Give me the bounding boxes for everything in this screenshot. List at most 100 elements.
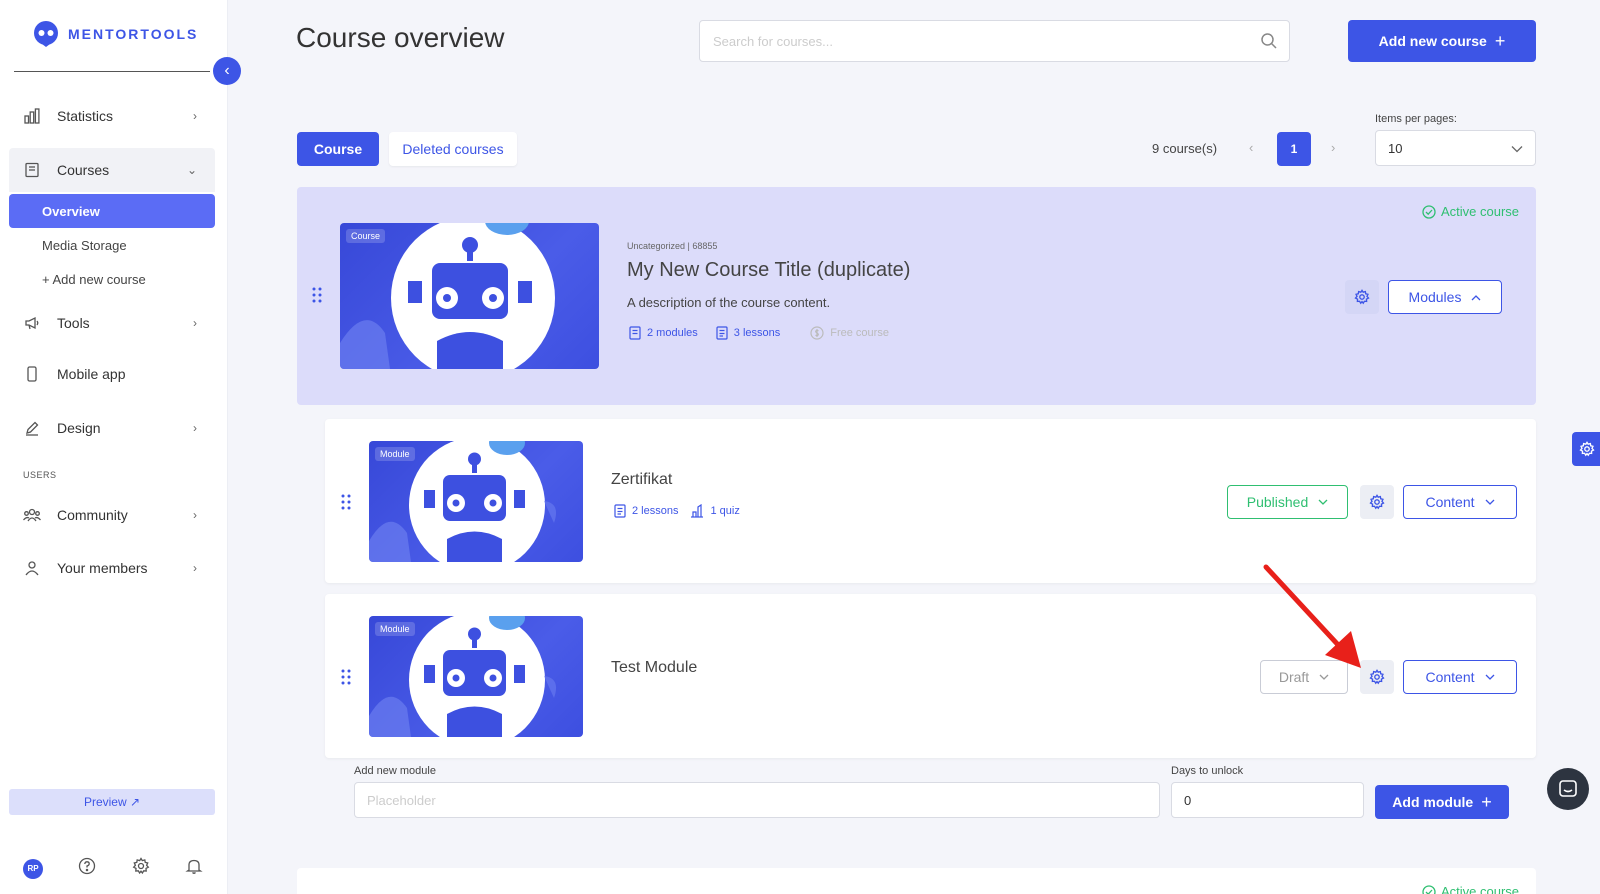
lessons-stat[interactable]: 2 lessons (614, 504, 678, 518)
chat-button[interactable] (1547, 768, 1589, 810)
sidebar-item-label: Design (57, 420, 101, 436)
chevron-left-icon: ‹ (224, 62, 230, 79)
course-settings-button[interactable] (1345, 280, 1379, 314)
search-icon[interactable] (1249, 32, 1289, 50)
items-per-page-label: Items per pages: (1375, 113, 1457, 125)
course-stats: 2 modules 3 lessons Free course (629, 326, 889, 340)
quiz-stat[interactable]: 1 quiz (690, 504, 740, 518)
add-module-field (354, 782, 1160, 818)
collapse-sidebar-button[interactable]: ‹ (213, 57, 241, 85)
active-course-badge: Active course (1422, 204, 1519, 219)
drag-handle-icon[interactable] (341, 494, 351, 514)
phone-icon (23, 365, 41, 383)
price-stat: Free course (810, 326, 889, 340)
plus-icon: + (1481, 791, 1492, 812)
search-bar (699, 20, 1290, 62)
content-dropdown-button[interactable]: Content (1403, 660, 1517, 694)
course-title[interactable]: My New Course Title (duplicate) (627, 259, 910, 282)
chevron-right-icon: › (193, 561, 197, 575)
book-icon (629, 326, 641, 340)
pencil-icon (23, 419, 41, 437)
divider (14, 71, 210, 72)
check-circle-icon (1422, 204, 1436, 219)
megaphone-icon (23, 314, 41, 332)
sidebar-item-label: Your members (57, 560, 148, 576)
items-per-page-value: 10 (1388, 140, 1403, 156)
pagination-prev-icon[interactable]: ‹ (1249, 140, 1253, 155)
search-input[interactable] (700, 21, 1249, 61)
gear-icon (1579, 441, 1595, 457)
document-icon (614, 504, 626, 518)
module-thumbnail: Module (369, 441, 583, 562)
plus-icon: + (1494, 30, 1506, 51)
lessons-stat[interactable]: 3 lessons (716, 326, 780, 340)
sidebar-footer: RP (23, 857, 203, 880)
pagination-next-icon[interactable]: › (1331, 140, 1335, 155)
page-title: Course overview (296, 22, 505, 53)
preview-button[interactable]: Preview ↗ (9, 789, 215, 815)
add-module-label: Add new module (354, 765, 436, 777)
sidebar-item-community[interactable]: Community › (9, 495, 215, 535)
sidebar-item-courses[interactable]: Courses ⌄ (9, 148, 215, 192)
sidebar-item-mobile-app[interactable]: Mobile app (9, 354, 215, 394)
sidebar-item-tools[interactable]: Tools › (9, 303, 215, 343)
module-title[interactable]: Test Module (611, 659, 697, 677)
modules-stat[interactable]: 2 modules (629, 326, 698, 340)
module-title[interactable]: Zertifikat (611, 471, 672, 489)
pagination-page-button[interactable]: 1 (1277, 132, 1311, 166)
thumbnail-tag: Module (375, 622, 415, 636)
items-per-page-select[interactable]: 10 (1375, 130, 1536, 166)
bar-chart-icon (23, 107, 41, 125)
logo[interactable]: MENTORTOOLS (32, 20, 198, 48)
course-thumbnail: Course (340, 223, 599, 369)
sidebar-item-design[interactable]: Design › (9, 408, 215, 448)
module-thumbnail: Module (369, 616, 583, 737)
check-circle-icon (1422, 884, 1436, 894)
sidebar-item-label: Statistics (57, 108, 114, 124)
sidebar-item-label: Tools (57, 315, 90, 331)
drag-handle-icon[interactable] (312, 287, 322, 307)
logo-icon (34, 21, 58, 47)
quiz-icon (691, 504, 704, 518)
chevron-right-icon: › (193, 508, 197, 522)
add-module-button[interactable]: Add module + (1375, 785, 1509, 819)
sidebar-subitem-add-new-course[interactable]: + Add new course (9, 262, 215, 296)
sidebar-subitem-media-storage[interactable]: Media Storage (9, 228, 215, 262)
course-card[interactable] (297, 868, 1536, 894)
tab-course[interactable]: Course (297, 132, 379, 166)
course-description: A description of the course content. (627, 295, 831, 310)
modules-toggle-button[interactable]: Modules (1388, 280, 1502, 314)
days-to-unlock-label: Days to unlock (1171, 765, 1244, 777)
sidebar-item-label: Mobile app (57, 366, 126, 382)
floating-settings-button[interactable] (1572, 432, 1600, 466)
thumbnail-tag: Course (346, 229, 386, 243)
module-stats: 2 lessons 1 quiz (614, 504, 740, 518)
gear-icon (1354, 289, 1370, 305)
gear-icon (1369, 494, 1385, 510)
days-to-unlock-input[interactable] (1172, 783, 1363, 817)
module-settings-button[interactable] (1360, 660, 1394, 694)
document-icon (716, 326, 728, 340)
add-new-course-button[interactable]: Add new course + (1348, 20, 1536, 62)
user-icon (23, 559, 41, 577)
thumbnail-tag: Module (375, 447, 415, 461)
module-settings-button[interactable] (1360, 485, 1394, 519)
sidebar-subitem-overview[interactable]: Overview (9, 194, 215, 228)
chevron-right-icon: › (193, 109, 197, 123)
gear-icon[interactable] (132, 857, 150, 880)
avatar[interactable]: RP (23, 858, 43, 879)
book-icon (23, 161, 41, 179)
add-course-label: Add new course (1378, 33, 1487, 49)
sidebar-item-statistics[interactable]: Statistics › (9, 96, 215, 136)
days-to-unlock-field (1171, 782, 1364, 818)
drag-handle-icon[interactable] (341, 669, 351, 689)
chevron-up-icon (1471, 294, 1481, 300)
sidebar-item-your-members[interactable]: Your members › (9, 548, 215, 588)
status-published-dropdown[interactable]: Published (1227, 485, 1348, 519)
status-draft-dropdown[interactable]: Draft (1260, 660, 1348, 694)
tab-deleted-courses[interactable]: Deleted courses (389, 132, 517, 166)
add-module-input[interactable] (355, 783, 1159, 817)
bell-icon[interactable] (185, 857, 203, 880)
content-dropdown-button[interactable]: Content (1403, 485, 1517, 519)
help-icon[interactable] (78, 857, 96, 880)
